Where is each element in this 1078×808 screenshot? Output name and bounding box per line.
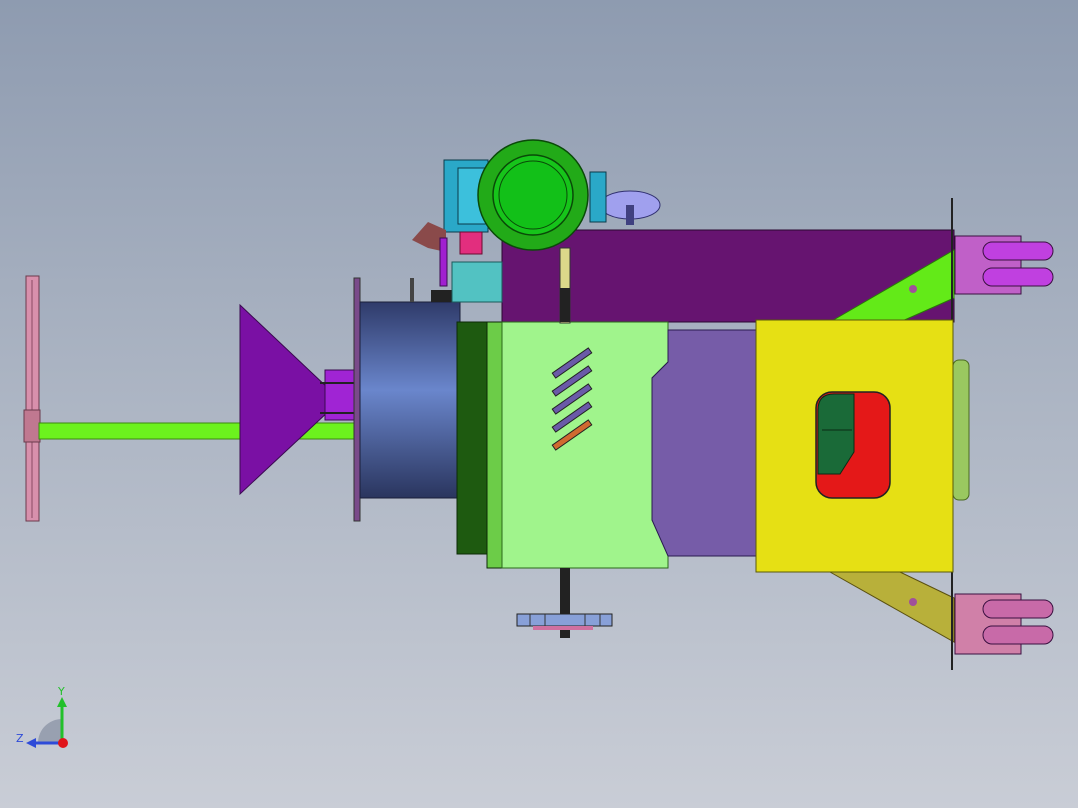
caster-wheel[interactable]: [954, 593, 1054, 655]
x-axis-icon: [58, 738, 68, 748]
orientation-triad[interactable]: Y Z: [10, 685, 80, 755]
triad-plane-icon: [38, 719, 62, 743]
z-axis-label: Z: [16, 732, 24, 745]
hand-wheel[interactable]: [23, 275, 41, 522]
inspection-window[interactable]: [815, 391, 891, 499]
spur-gear[interactable]: [516, 613, 613, 630]
access-cover[interactable]: [501, 321, 669, 569]
y-axis-label: Y: [57, 685, 65, 698]
caster-wheel[interactable]: [954, 235, 1054, 295]
cad-model[interactable]: [0, 0, 1078, 808]
motor[interactable]: [477, 139, 589, 251]
side-panel[interactable]: [651, 329, 757, 557]
cad-viewport[interactable]: Y Z: [0, 0, 1078, 808]
drive-shaft[interactable]: [38, 422, 365, 440]
drum-housing[interactable]: [353, 277, 461, 522]
